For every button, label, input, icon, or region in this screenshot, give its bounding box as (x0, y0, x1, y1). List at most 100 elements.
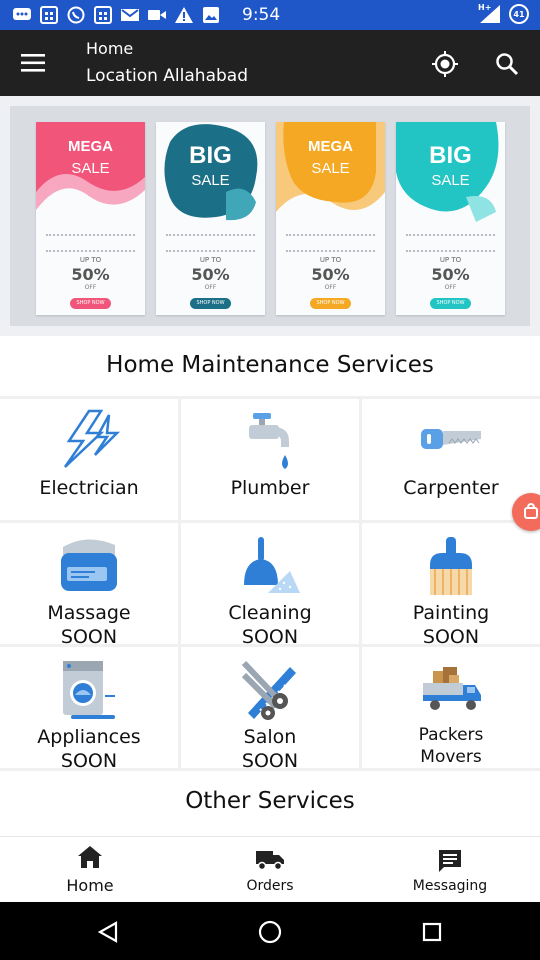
service-tile-cleaning[interactable]: Cleaning SOON (181, 523, 359, 648)
service-label: Electrician (39, 477, 139, 499)
location-label[interactable]: Location Allahabad (86, 66, 248, 86)
nav-label: Home (66, 876, 114, 895)
service-label: Appliances (37, 726, 141, 748)
shop-now-button[interactable]: SHOP NOW (310, 298, 351, 309)
clock: 9:54 (242, 5, 281, 25)
service-tile-salon[interactable]: Salon SOON (181, 647, 359, 772)
card-percent: 50% (311, 265, 350, 284)
search-icon (496, 53, 519, 76)
image-icon (201, 6, 221, 24)
sale-card[interactable]: MEGA SALE UP TO 50% OFF SHOP NOW (36, 122, 145, 315)
message-icon (439, 850, 461, 872)
recents-button[interactable] (417, 917, 447, 947)
truck-icon (256, 851, 284, 871)
lightning-icon (63, 409, 121, 468)
service-tile-painting[interactable]: Painting SOON (362, 523, 540, 648)
calendar-icon (39, 6, 59, 24)
service-label: Carpenter (403, 477, 499, 499)
service-label: Painting (412, 602, 490, 624)
card-off: OFF (204, 284, 217, 291)
status-bar: 9:54 H+ 41 (0, 0, 540, 30)
service-label: Salon (243, 726, 297, 748)
service-tile-carpenter[interactable]: Carpenter (362, 399, 540, 520)
search-button[interactable] (491, 48, 523, 80)
nav-label: Orders (246, 878, 294, 894)
menu-button[interactable] (14, 48, 52, 78)
washing-machine-icon (63, 661, 115, 719)
page-title: Home (86, 39, 134, 58)
section-title: Home Maintenance Services (106, 352, 434, 378)
service-label: Cleaning (228, 602, 312, 624)
recents-icon (422, 922, 442, 942)
card-off: OFF (324, 284, 337, 291)
video-icon (147, 6, 167, 24)
home-button[interactable] (255, 917, 285, 947)
sale-card[interactable]: BIG SALE UP TO 50% OFF SHOP NOW (396, 122, 505, 315)
shop-now-button[interactable]: SHOP NOW (190, 298, 231, 309)
service-label: Plumber (230, 477, 310, 499)
service-label-line2: Movers (420, 747, 482, 767)
card-upto: UP TO (199, 256, 222, 264)
card-body-text (46, 234, 135, 252)
gps-location-button[interactable] (429, 48, 461, 80)
divider (0, 768, 540, 771)
service-tile-appliances[interactable]: Appliances SOON (0, 647, 178, 772)
card-subheadline: SALE (431, 172, 470, 189)
whatsapp-icon (66, 6, 86, 24)
card-upto: UP TO (319, 256, 342, 264)
gmail-icon (120, 6, 140, 24)
shop-now-button[interactable]: SHOP NOW (70, 298, 111, 309)
menu-icon (21, 54, 45, 72)
card-headline: BIG (189, 142, 232, 169)
promo-banner-area: MEGA SALE UP TO 50% OFF SHOP NOW BIG SAL… (0, 96, 540, 336)
service-tile-plumber[interactable]: Plumber (181, 399, 359, 520)
gps-location-icon (432, 51, 458, 77)
bottom-navigation: Home Orders Messaging (0, 836, 540, 902)
dustpan-icon (244, 537, 300, 593)
card-off: OFF (444, 284, 457, 291)
nav-item-orders[interactable]: Orders (180, 837, 360, 903)
massage-icon (61, 539, 117, 591)
card-percent: 50% (431, 265, 470, 284)
scissors-comb-icon (241, 660, 296, 720)
nav-label: Messaging (412, 878, 488, 894)
warning-icon (174, 6, 194, 24)
cart-icon (524, 503, 538, 519)
back-button[interactable] (93, 917, 123, 947)
card-upto: UP TO (439, 256, 462, 264)
home-icon (78, 846, 102, 868)
card-subheadline: SALE (311, 160, 350, 177)
battery-level: 41 (513, 9, 525, 19)
back-icon (97, 921, 118, 943)
tap-icon (249, 413, 289, 469)
service-label: Packers (418, 725, 484, 745)
card-percent: 50% (71, 265, 110, 284)
card-body-text (406, 234, 495, 252)
service-tile-electrician[interactable]: Electrician (0, 399, 178, 520)
sale-card[interactable]: MEGA SALE UP TO 50% OFF SHOP NOW (276, 122, 385, 315)
card-subheadline: SALE (71, 160, 110, 177)
truck-boxes-icon (423, 667, 481, 710)
saw-icon (421, 429, 481, 449)
battery-icon: 41 (508, 3, 530, 25)
service-tile-packers-movers[interactable]: Packers Movers (362, 647, 540, 768)
chat-icon (12, 6, 32, 24)
card-body-text (286, 234, 375, 252)
service-tile-massage[interactable]: Massage SOON (0, 523, 178, 648)
nav-item-messaging[interactable]: Messaging (360, 837, 540, 903)
section-title: Other Services (185, 788, 355, 814)
card-upto: UP TO (79, 256, 102, 264)
shop-now-button[interactable]: SHOP NOW (430, 298, 471, 309)
app-toolbar: Home Location Allahabad (0, 30, 540, 96)
home-circle-icon (258, 920, 282, 944)
sale-card[interactable]: BIG SALE UP TO 50% OFF SHOP NOW (156, 122, 265, 315)
promo-banner[interactable]: MEGA SALE UP TO 50% OFF SHOP NOW BIG SAL… (10, 106, 530, 326)
nav-item-home[interactable]: Home (0, 837, 180, 903)
paint-brush-icon (430, 537, 472, 595)
card-percent: 50% (191, 265, 230, 284)
signal-icon: H+ (478, 3, 502, 25)
card-off: OFF (84, 284, 97, 291)
network-type: H+ (478, 3, 492, 12)
calendar-icon (93, 6, 113, 24)
card-headline: MEGA (68, 138, 113, 155)
